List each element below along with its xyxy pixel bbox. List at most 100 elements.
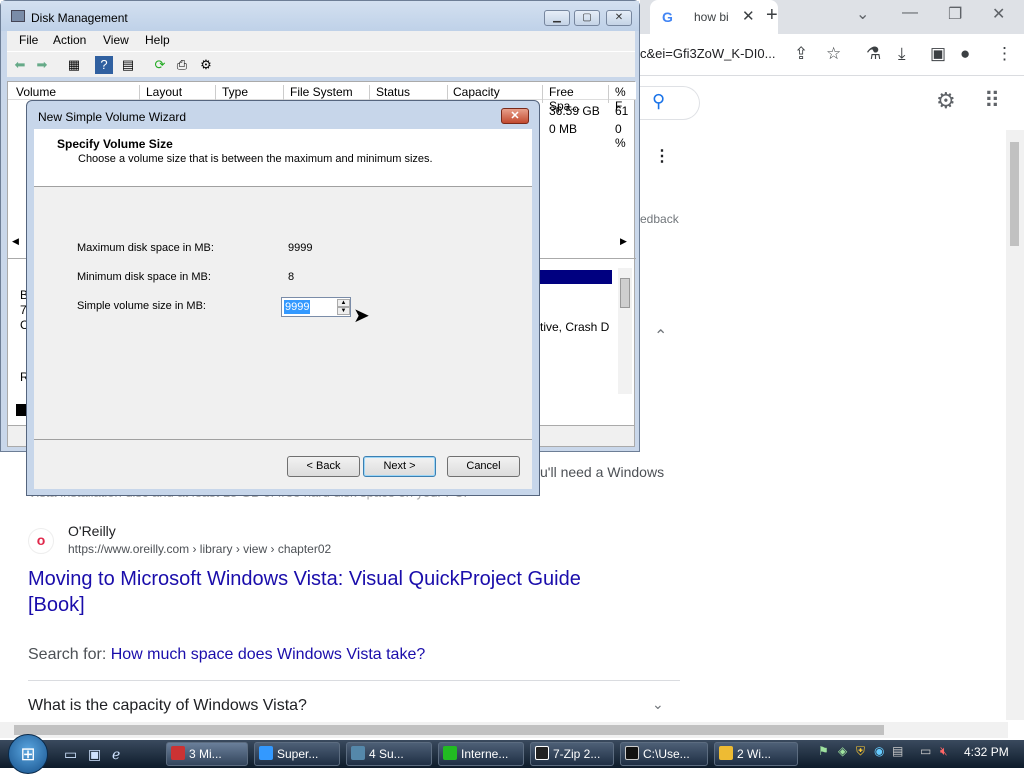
switch-windows-icon[interactable]: ▣	[88, 746, 101, 763]
maximize-button[interactable]: ▢	[574, 10, 600, 26]
menu-view[interactable]: View	[103, 33, 129, 47]
refresh-icon[interactable]: ⟳	[151, 56, 169, 74]
rescan-icon[interactable]: ⎙	[173, 56, 191, 74]
minimize-button[interactable]: ▁	[544, 10, 570, 26]
close-window-icon[interactable]: ✕	[992, 4, 1005, 24]
menu-help[interactable]: Help	[145, 33, 170, 47]
wizard-header: Specify Volume Size Choose a volume size…	[34, 129, 532, 187]
wizard-title: New Simple Volume Wizard	[38, 110, 187, 124]
max-space-label: Maximum disk space in MB:	[77, 242, 214, 254]
console-tree-icon[interactable]: ▦	[65, 56, 83, 74]
scroll-left-icon[interactable]: ◀	[12, 236, 19, 247]
title-bar[interactable]: Disk Management ▁ ▢ ✕	[1, 1, 639, 31]
feedback-link[interactable]: edback	[640, 212, 679, 226]
search-icon[interactable]: ⚲	[630, 86, 700, 120]
forward-arrow-icon[interactable]: ➡	[33, 56, 51, 74]
column-header-row: Volume Layout Type File System Status Ca…	[8, 82, 636, 113]
url-text[interactable]: c&ei=Gfi3ZoW_K-DI0...	[640, 46, 775, 61]
min-space-label: Minimum disk space in MB:	[77, 271, 211, 283]
spin-down-icon[interactable]: ▼	[337, 307, 350, 315]
chevron-up-icon[interactable]: ⌃	[654, 326, 667, 346]
app-icon	[351, 746, 365, 760]
hscroll-thumb[interactable]	[14, 725, 884, 735]
menu-icon[interactable]: ⋮	[996, 44, 1013, 64]
side-panel-icon[interactable]: ▣	[930, 44, 946, 64]
menu-action[interactable]: Action	[53, 33, 86, 47]
volume-size-spinner[interactable]: 9999 ▲ ▼	[281, 297, 351, 317]
show-desktop-icon[interactable]: ▭	[64, 746, 77, 763]
spin-up-icon[interactable]: ▲	[337, 299, 350, 307]
scroll-thumb[interactable]	[1010, 142, 1019, 246]
next-button[interactable]: Next >	[363, 456, 436, 477]
horizontal-scrollbar[interactable]	[0, 722, 1008, 738]
close-tab-icon[interactable]: ✕	[742, 7, 755, 25]
taskbar-item[interactable]: Interne...	[438, 742, 524, 766]
close-button[interactable]: ✕	[501, 108, 529, 124]
close-button[interactable]: ✕	[606, 10, 632, 26]
more-options-icon[interactable]: ⋮	[654, 146, 670, 166]
taskbar-item-label: 4 Su...	[369, 747, 404, 761]
wizard-title-bar[interactable]: New Simple Volume Wizard ✕	[27, 101, 539, 129]
chrome-window: G how bi ✕ + ⌄ — ❐ ✕ c&ei=Gfi3ZoW_K-DI0.…	[630, 0, 1024, 740]
paa-question[interactable]: What is the capacity of Windows Vista?	[28, 697, 307, 715]
volume-size-input[interactable]: 9999	[284, 300, 311, 314]
vertical-scrollbar[interactable]	[1006, 130, 1024, 720]
address-bar[interactable]: c&ei=Gfi3ZoW_K-DI0... ⇪ ☆ ⚗ ⤓ ▣ ● ⋮	[640, 34, 1024, 76]
settings-icon[interactable]: ⚙	[197, 56, 215, 74]
tab-search-icon[interactable]: ⌄	[856, 4, 869, 24]
display-icon[interactable]: ▭	[920, 744, 931, 758]
search-for-link[interactable]: How much space does Windows Vista take?	[111, 646, 426, 663]
tray-app-icon[interactable]: ▤	[892, 744, 903, 758]
source-url[interactable]: https://www.oreilly.com › library › view…	[68, 542, 331, 556]
menu-bar: File Action View Help	[7, 31, 635, 51]
tray-app-icon[interactable]: ◉	[874, 744, 884, 758]
restore-icon[interactable]: ❐	[948, 4, 962, 24]
apps-grid-icon[interactable]: ⠿	[984, 88, 1000, 114]
gear-icon[interactable]: ⚙	[936, 88, 956, 114]
disk-mgmt-icon	[11, 10, 25, 22]
browser-tab[interactable]: G how bi ✕	[650, 0, 778, 34]
taskbar: ⊞ ▭ ▣ ℯ 3 Mi... Super... 4 Su... Interne…	[0, 734, 1024, 774]
clock[interactable]: 4:32 PM	[964, 745, 1009, 759]
share-icon[interactable]: ⇪	[794, 44, 808, 64]
taskbar-item[interactable]: Super...	[254, 742, 340, 766]
new-tab-icon[interactable]: +	[766, 4, 778, 27]
back-button[interactable]: < Back	[287, 456, 360, 477]
download-icon[interactable]: ⤓	[898, 44, 906, 64]
scroll-right-icon[interactable]: ▶	[620, 236, 627, 247]
ie-icon[interactable]: ℯ	[112, 746, 120, 763]
wizard-heading: Specify Volume Size	[57, 137, 173, 151]
result-title-link[interactable]: Moving to Microsoft Windows Vista: Visua…	[28, 566, 628, 618]
tray-app-icon[interactable]: ◈	[838, 744, 847, 758]
chevron-down-icon[interactable]: ⌄	[652, 696, 664, 713]
taskbar-item[interactable]: 3 Mi...	[166, 742, 248, 766]
taskbar-item[interactable]: 7-Zip 2...	[530, 742, 614, 766]
network-icon[interactable]: ⚑	[818, 744, 829, 758]
menu-file[interactable]: File	[19, 33, 38, 47]
taskbar-item[interactable]: 4 Su...	[346, 742, 432, 766]
folder-icon	[719, 746, 733, 760]
extensions-icon[interactable]: ⚗	[866, 44, 881, 64]
back-arrow-icon[interactable]: ⬅	[11, 56, 29, 74]
cancel-button[interactable]: Cancel	[447, 456, 520, 477]
minimize-icon[interactable]: —	[902, 4, 918, 22]
taskbar-item-label: Interne...	[461, 747, 509, 761]
taskbar-item[interactable]: C:\Use...	[620, 742, 708, 766]
star-icon[interactable]: ☆	[826, 44, 841, 64]
help-icon[interactable]: ?	[95, 56, 113, 74]
wizard-subheading: Choose a volume size that is between the…	[78, 153, 433, 165]
taskbar-item[interactable]: 2 Wi...	[714, 742, 798, 766]
taskbar-item-label: 3 Mi...	[189, 747, 222, 761]
graph-scroll-thumb[interactable]	[620, 278, 630, 308]
col-pct-free[interactable]: % F	[615, 85, 636, 113]
graph-scrollbar[interactable]	[618, 268, 632, 394]
partition-bar[interactable]	[540, 270, 612, 284]
shield-icon[interactable]: ⛨	[856, 744, 865, 759]
properties-icon[interactable]: ▤	[119, 56, 137, 74]
cmd-icon	[625, 746, 639, 760]
start-button[interactable]: ⊞	[8, 734, 48, 774]
col-free-space[interactable]: Free Spa...	[549, 85, 609, 113]
max-space-value: 9999	[288, 242, 313, 254]
profile-icon[interactable]: ●	[960, 44, 970, 64]
volume-muted-icon[interactable]: 🔇︎	[940, 744, 948, 759]
